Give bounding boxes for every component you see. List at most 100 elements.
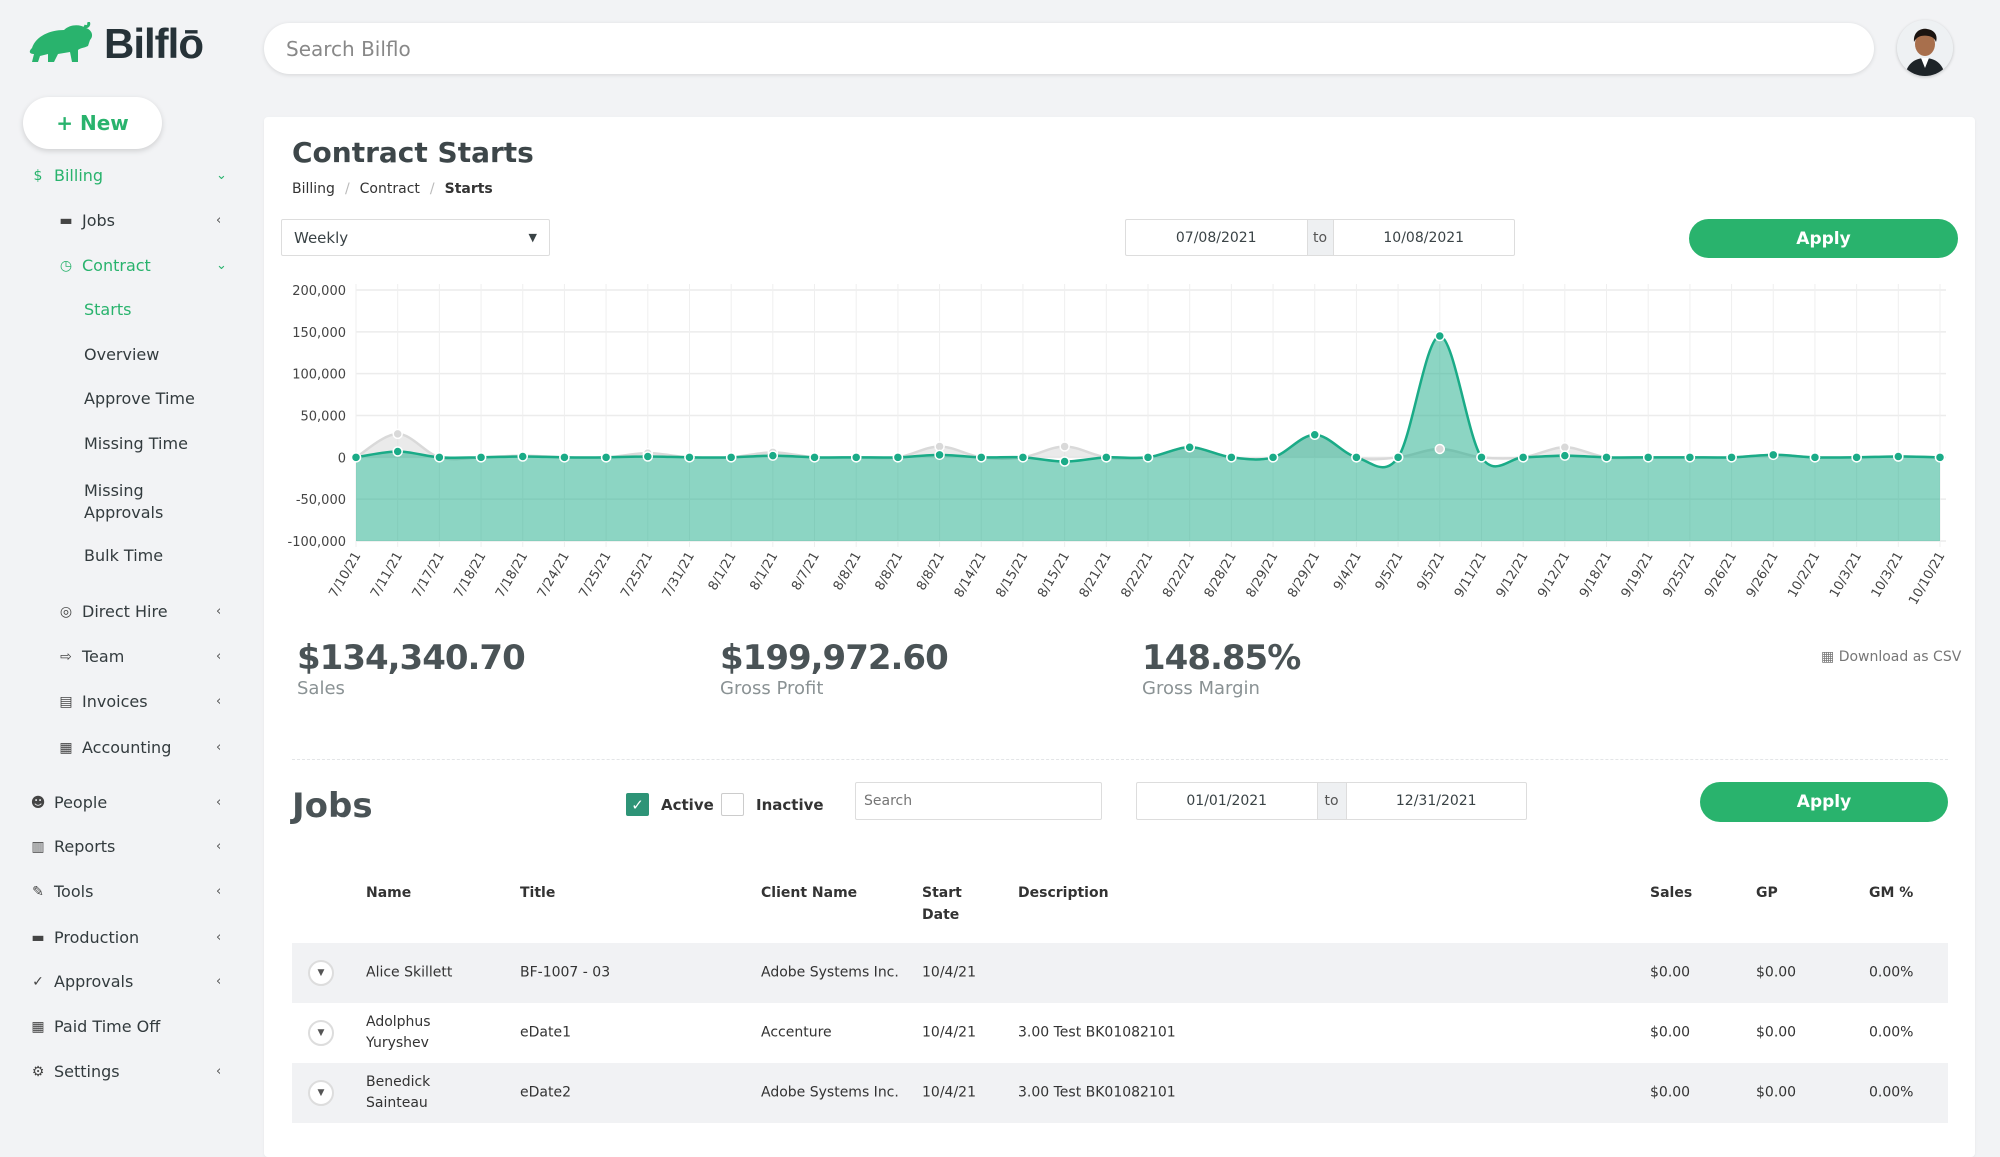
table-row[interactable]: ▼ Alice Skillett BF-1007 - 03 Adobe Systems… [292,943,1948,1003]
inactive-filter[interactable]: Inactive [721,793,824,816]
sidebar-item-missing-time[interactable]: Missing Time [84,434,188,453]
chevron-left-icon[interactable]: ‹ [216,213,221,228]
sidebar-item-missing-approvals[interactable]: Missing Approvals [84,480,194,524]
cell-client-name: Adobe Systems Inc. [761,964,899,981]
column-header-start-date[interactable]: Start Date [922,882,972,926]
chevron-down-icon[interactable]: ⌄ [216,168,227,183]
series-1-point [850,452,862,463]
x-tick-label: 8/8/21 [872,550,906,594]
chart-date-to[interactable]: 10/08/2021 [1334,220,1515,255]
series-1-point [1434,330,1446,342]
bar-chart-icon: ▥ [31,838,45,855]
table-row[interactable]: ▼ Benedick Sainteau eDate2 Adobe Systems In… [292,1063,1948,1123]
jobs-apply-button[interactable]: Apply [1700,782,1948,822]
jobs-date-from[interactable]: 01/01/2021 [1137,783,1317,819]
sidebar-item-bulk-time[interactable]: Bulk Time [84,546,163,565]
chart-apply-button[interactable]: Apply [1689,219,1958,258]
chart-date-from[interactable]: 07/08/2021 [1126,220,1307,255]
chevron-left-icon[interactable]: ‹ [216,930,221,945]
series-1-point [1392,452,1404,463]
x-tick-label: 8/15/21 [1035,550,1073,601]
expand-row-icon[interactable]: ▼ [308,960,334,986]
series-0-point [392,428,403,440]
sidebar-item-invoices[interactable]: ▤ Invoices [56,692,147,711]
sidebar-item-paid-time-off[interactable]: ▦ Paid Time Off [28,1017,160,1036]
chevron-down-icon[interactable]: ⌄ [216,258,227,273]
sidebar-item-production[interactable]: ▬ Production [28,928,139,947]
expand-row-icon[interactable]: ▼ [308,1020,334,1046]
sidebar-item-label: Starts [84,300,132,319]
inactive-checkbox[interactable] [721,793,744,816]
column-header-gp[interactable]: GP [1756,882,1778,904]
sidebar-item-contract[interactable]: ◷ Contract [56,256,151,275]
cell-gm: 0.00% [1869,964,1914,981]
chevron-left-icon[interactable]: ‹ [216,740,221,755]
stat-gross-profit-label: Gross Profit [720,678,824,699]
sidebar-item-reports[interactable]: ▥ Reports [28,837,115,856]
sidebar-item-approvals[interactable]: ✓ Approvals [28,972,133,991]
sidebar-item-tools[interactable]: ✎ Tools [28,882,93,901]
jobs-date-to[interactable]: 12/31/2021 [1347,783,1527,819]
download-csv-link[interactable]: ▦ Download as CSV [1821,649,1961,665]
column-header-title[interactable]: Title [520,882,555,904]
column-header-client-name[interactable]: Client Name [761,882,857,904]
sidebar-item-people[interactable]: ☻ People [28,793,107,812]
x-tick-label: 8/7/21 [789,550,823,594]
briefcase-icon: ▬ [31,929,45,946]
bilflo-logo[interactable]: Bilflō [28,20,228,68]
breadcrumb-billing[interactable]: Billing [292,181,335,197]
column-header-gm[interactable]: GM % [1869,882,1913,904]
breadcrumb-contract[interactable]: Contract [360,181,420,197]
x-tick-label: 7/24/21 [535,550,573,601]
sidebar-item-label: Approvals [54,972,134,991]
active-label: Active [661,795,714,814]
cell-start-date: 10/4/21 [922,964,976,981]
cell-sales: $0.00 [1650,1084,1691,1101]
sidebar-item-overview[interactable]: Overview [84,345,159,364]
jobs-search-input[interactable] [855,782,1102,820]
active-checkbox[interactable]: ✓ [626,793,649,816]
sidebar-item-settings[interactable]: ⚙ Settings [28,1062,120,1081]
chevron-left-icon[interactable]: ‹ [216,649,221,664]
x-tick-label: 8/1/21 [706,550,740,594]
sidebar-item-team[interactable]: ⇨ Team [56,647,124,666]
page-title: Contract Starts [292,136,534,169]
x-tick-label: 8/29/21 [1285,550,1323,601]
user-avatar[interactable] [1897,20,1953,76]
expand-row-icon[interactable]: ▼ [308,1080,334,1106]
sidebar-item-jobs[interactable]: ▬ Jobs [56,211,115,230]
sidebar-item-label: Direct Hire [82,602,168,621]
chevron-left-icon[interactable]: ‹ [216,884,221,899]
scrollbar-track[interactable] [1978,117,2000,1132]
chevron-left-icon[interactable]: ‹ [216,1064,221,1079]
sidebar-item-billing[interactable]: $ Billing [28,166,104,185]
global-search-input[interactable] [264,23,1874,74]
chevron-left-icon[interactable]: ‹ [216,795,221,810]
sidebar-item-approve-time[interactable]: Approve Time [84,389,195,408]
chevron-down-icon: ▼ [528,231,537,244]
chevron-left-icon[interactable]: ‹ [216,694,221,709]
section-divider [292,759,1948,760]
column-header-sales[interactable]: Sales [1650,882,1692,904]
chevron-left-icon[interactable]: ‹ [216,974,221,989]
sidebar-item-direct-hire[interactable]: ◎ Direct Hire [56,602,168,621]
column-header-description[interactable]: Description [1018,882,1109,904]
series-1-point [1642,452,1654,463]
chevron-left-icon[interactable]: ‹ [216,604,221,619]
cell-client-name: Adobe Systems Inc. [761,1084,899,1101]
sidebar-item-label: Missing Approvals [84,481,164,522]
new-button[interactable]: + New [23,97,162,149]
x-tick-label: 8/8/21 [914,550,948,594]
series-1-point [1309,429,1320,440]
users-icon: ☻ [30,794,46,811]
series-1-point [1059,456,1070,467]
table-row[interactable]: ▼ Adolphus Yuryshev eDate1 Accenture 10/4/21… [292,1003,1948,1063]
x-tick-label: 9/25/21 [1660,550,1698,601]
active-filter[interactable]: ✓ Active [626,793,714,816]
chevron-left-icon[interactable]: ‹ [216,839,221,854]
sidebar-item-starts[interactable]: Starts [84,300,131,319]
series-1-point [1809,452,1821,463]
column-header-name[interactable]: Name [366,882,411,904]
period-select[interactable]: Weekly ▼ [281,219,550,256]
sidebar-item-accounting[interactable]: ▦ Accounting [56,738,171,757]
